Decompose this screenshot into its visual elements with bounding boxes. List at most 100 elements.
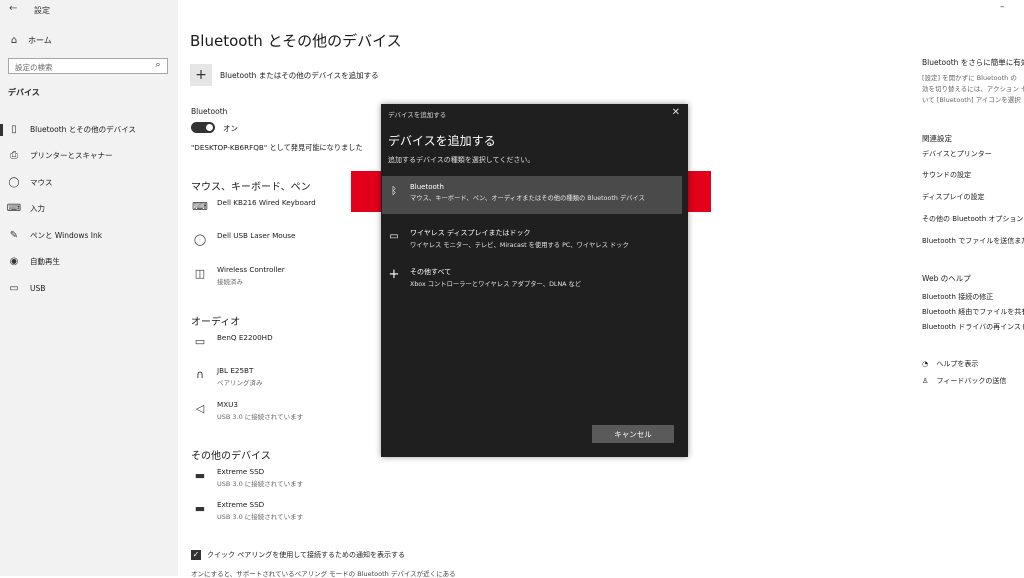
nav-item-label: ペンと Windows Ink: [30, 230, 103, 240]
help-title: Web のヘルプ: [922, 274, 971, 283]
sidebar: ← 設定 ⌂ ホーム 設定の検索 ⌕ デバイス ▯ Bluetooth とその他…: [0, 0, 178, 576]
device-ssd-2[interactable]: ▬ Extreme SSD USB 3.0 に接続されています: [191, 500, 303, 521]
headset-icon: ∩: [195, 367, 205, 381]
related-link[interactable]: Bluetooth でファイルを送信または: [922, 236, 1024, 246]
tip-line: [設定] を開かずに Bluetooth の: [922, 74, 1017, 82]
title-bar: ← 設定: [0, 0, 178, 20]
device-name: JBL E25BT: [217, 366, 254, 375]
related-link[interactable]: デバイスとプリンター: [922, 149, 992, 159]
option-desc: ワイヤレス モニター、テレビ、Miracast を使用する PC、ワイヤレス ド…: [410, 242, 629, 249]
get-help-link[interactable]: ◔ ヘルプを表示: [922, 359, 978, 369]
drive-icon: ▬: [194, 468, 206, 482]
option-name: その他すべて: [410, 268, 452, 276]
tip-line: いて [Bluetooth] アイコンを選択: [922, 96, 1021, 104]
gamepad-icon: ◫: [194, 266, 206, 280]
add-device-label: Bluetooth またはその他のデバイスを追加する: [220, 70, 379, 80]
back-arrow-icon[interactable]: ←: [9, 3, 17, 14]
nav-item-label: 自動再生: [30, 257, 60, 267]
nav-item-mouse[interactable]: ◯ マウス: [0, 169, 178, 196]
discoverable-text: "DESKTOP-KB6RFQB" として発見可能になりました: [191, 143, 363, 152]
related-link[interactable]: その他の Bluetooth オプション: [922, 214, 1023, 224]
group-title-mouse-keyboard: マウス、キーボード、ペン: [191, 182, 311, 193]
cancel-button[interactable]: キャンセル: [592, 425, 674, 443]
device-monitor[interactable]: ▭ BenQ E2200HD: [191, 333, 273, 349]
app-title: 設定: [34, 6, 50, 15]
monitor-icon: ▭: [389, 231, 399, 242]
section-heading: デバイス: [8, 88, 40, 97]
checkmark-icon: ✓: [191, 550, 201, 560]
nav-item-autoplay[interactable]: ◉ 自動再生: [0, 249, 178, 276]
dialog-heading: デバイスを追加する: [388, 134, 496, 148]
page-title: Bluetooth とその他のデバイス: [190, 32, 402, 50]
nav-item-printers[interactable]: ⎙ プリンターとスキャナー: [0, 143, 178, 170]
feedback-link[interactable]: ♙ フィードバックの送信: [922, 376, 1006, 386]
nav-item-input[interactable]: ⌨ 入力: [0, 196, 178, 223]
device-status: USB 3.0 に接続されています: [217, 480, 304, 488]
nav-list: ▯ Bluetooth とその他のデバイス ⎙ プリンターとスキャナー ◯ マウ…: [0, 116, 178, 302]
feedback-icon: ♙: [922, 377, 929, 385]
help-link[interactable]: Bluetooth 経由でファイルを共有: [922, 307, 1024, 317]
related-title: 関連設定: [922, 134, 952, 143]
dialog-subtitle: 追加するデバイスの種類を選択してください。: [388, 156, 535, 164]
keyboard-icon: ⌨: [192, 199, 208, 213]
option-wireless-display[interactable]: ▭ ワイヤレス ディスプレイまたはドック ワイヤレス モニター、テレビ、Mira…: [382, 221, 682, 259]
device-name: MXU3: [217, 400, 238, 409]
swift-pair-checkbox[interactable]: ✓ クイック ペアリングを使用して接続するための通知を表示する: [191, 550, 405, 560]
help-link[interactable]: Bluetooth 接続の修正: [922, 292, 993, 302]
nav-item-bluetooth[interactable]: ▯ Bluetooth とその他のデバイス: [0, 116, 178, 143]
add-device-button[interactable]: + Bluetooth またはその他のデバイスを追加する: [190, 64, 379, 86]
device-name: Dell KB216 Wired Keyboard: [217, 198, 316, 207]
drive-icon: ▬: [194, 501, 206, 515]
related-link[interactable]: ディスプレイの設定: [922, 192, 985, 202]
feedback-label: フィードバックの送信: [936, 377, 1007, 385]
device-mouse[interactable]: ◯ Dell USB Laser Mouse: [191, 231, 296, 247]
device-name: Wireless Controller: [217, 265, 285, 274]
tip-title: Bluetooth をさらに簡単に有効: [922, 58, 1024, 67]
device-name: BenQ E2200HD: [217, 333, 273, 342]
swift-pair-note: オンにすると、サポートされているペアリング モードの Bluetooth デバイ…: [191, 570, 456, 578]
monitor-icon: ▭: [194, 334, 206, 348]
device-headset[interactable]: ∩ JBL E25BT ペアリング済み: [191, 366, 263, 387]
search-icon[interactable]: ⌕: [152, 60, 164, 70]
pen-icon: ✎: [9, 229, 19, 241]
chat-icon: ◔: [922, 360, 929, 368]
device-status: USB 3.0 に接続されています: [217, 513, 304, 521]
device-mixer[interactable]: ◁ MXU3 USB 3.0 に接続されています: [191, 400, 303, 421]
plus-icon: +: [190, 64, 212, 86]
nav-item-usb[interactable]: ▭ USB: [0, 275, 178, 302]
mouse-icon: ◯: [193, 232, 207, 246]
option-everything-else[interactable]: + その他すべて Xbox コントローラーとワイヤレス アダプター、DLNA な…: [382, 260, 682, 298]
autoplay-icon: ◉: [9, 256, 19, 268]
device-status: USB 3.0 に接続されています: [217, 413, 304, 421]
nav-item-label: マウス: [30, 177, 53, 187]
toggle-state: オン: [223, 124, 238, 133]
nav-item-label: プリンターとスキャナー: [30, 151, 113, 161]
bluetooth-devices-icon: ▯: [11, 123, 17, 135]
dialog-window-title: デバイスを追加する: [388, 111, 447, 119]
nav-item-label: Bluetooth とその他のデバイス: [30, 124, 136, 134]
option-desc: Xbox コントローラーとワイヤレス アダプター、DLNA など: [410, 281, 582, 288]
option-bluetooth[interactable]: ᛒ Bluetooth マウス、キーボード、ペン、オーディオまたはその他の種類の…: [382, 176, 682, 214]
bluetooth-toggle[interactable]: [191, 122, 215, 133]
nav-item-pen[interactable]: ✎ ペンと Windows Ink: [0, 222, 178, 249]
home-link[interactable]: ⌂ ホーム: [8, 35, 52, 46]
device-controller[interactable]: ◫ Wireless Controller 接続済み: [191, 265, 285, 286]
printer-icon: ⎙: [10, 150, 18, 162]
device-name: Extreme SSD: [217, 467, 265, 476]
home-label: ホーム: [28, 36, 52, 45]
get-help-label: ヘルプを表示: [936, 360, 979, 368]
close-icon[interactable]: ✕: [672, 107, 680, 118]
related-link[interactable]: サウンドの設定: [922, 170, 971, 180]
search-input[interactable]: 設定の検索 ⌕: [8, 58, 168, 74]
device-keyboard[interactable]: ⌨ Dell KB216 Wired Keyboard: [191, 198, 316, 214]
mouse-icon: ◯: [8, 176, 20, 188]
swift-pair-label: クイック ペアリングを使用して接続するための通知を表示する: [207, 551, 406, 559]
speaker-icon: ◁: [195, 401, 205, 415]
device-status: ペアリング済み: [217, 379, 263, 387]
bluetooth-label: Bluetooth: [191, 107, 228, 116]
help-link[interactable]: Bluetooth ドライバの再インストー: [922, 322, 1024, 332]
add-device-dialog: デバイスを追加する ✕ デバイスを追加する 追加するデバイスの種類を選択してくだ…: [381, 104, 688, 457]
device-ssd-1[interactable]: ▬ Extreme SSD USB 3.0 に接続されています: [191, 467, 303, 488]
plus-icon: +: [388, 267, 400, 282]
nav-item-label: USB: [30, 283, 46, 293]
